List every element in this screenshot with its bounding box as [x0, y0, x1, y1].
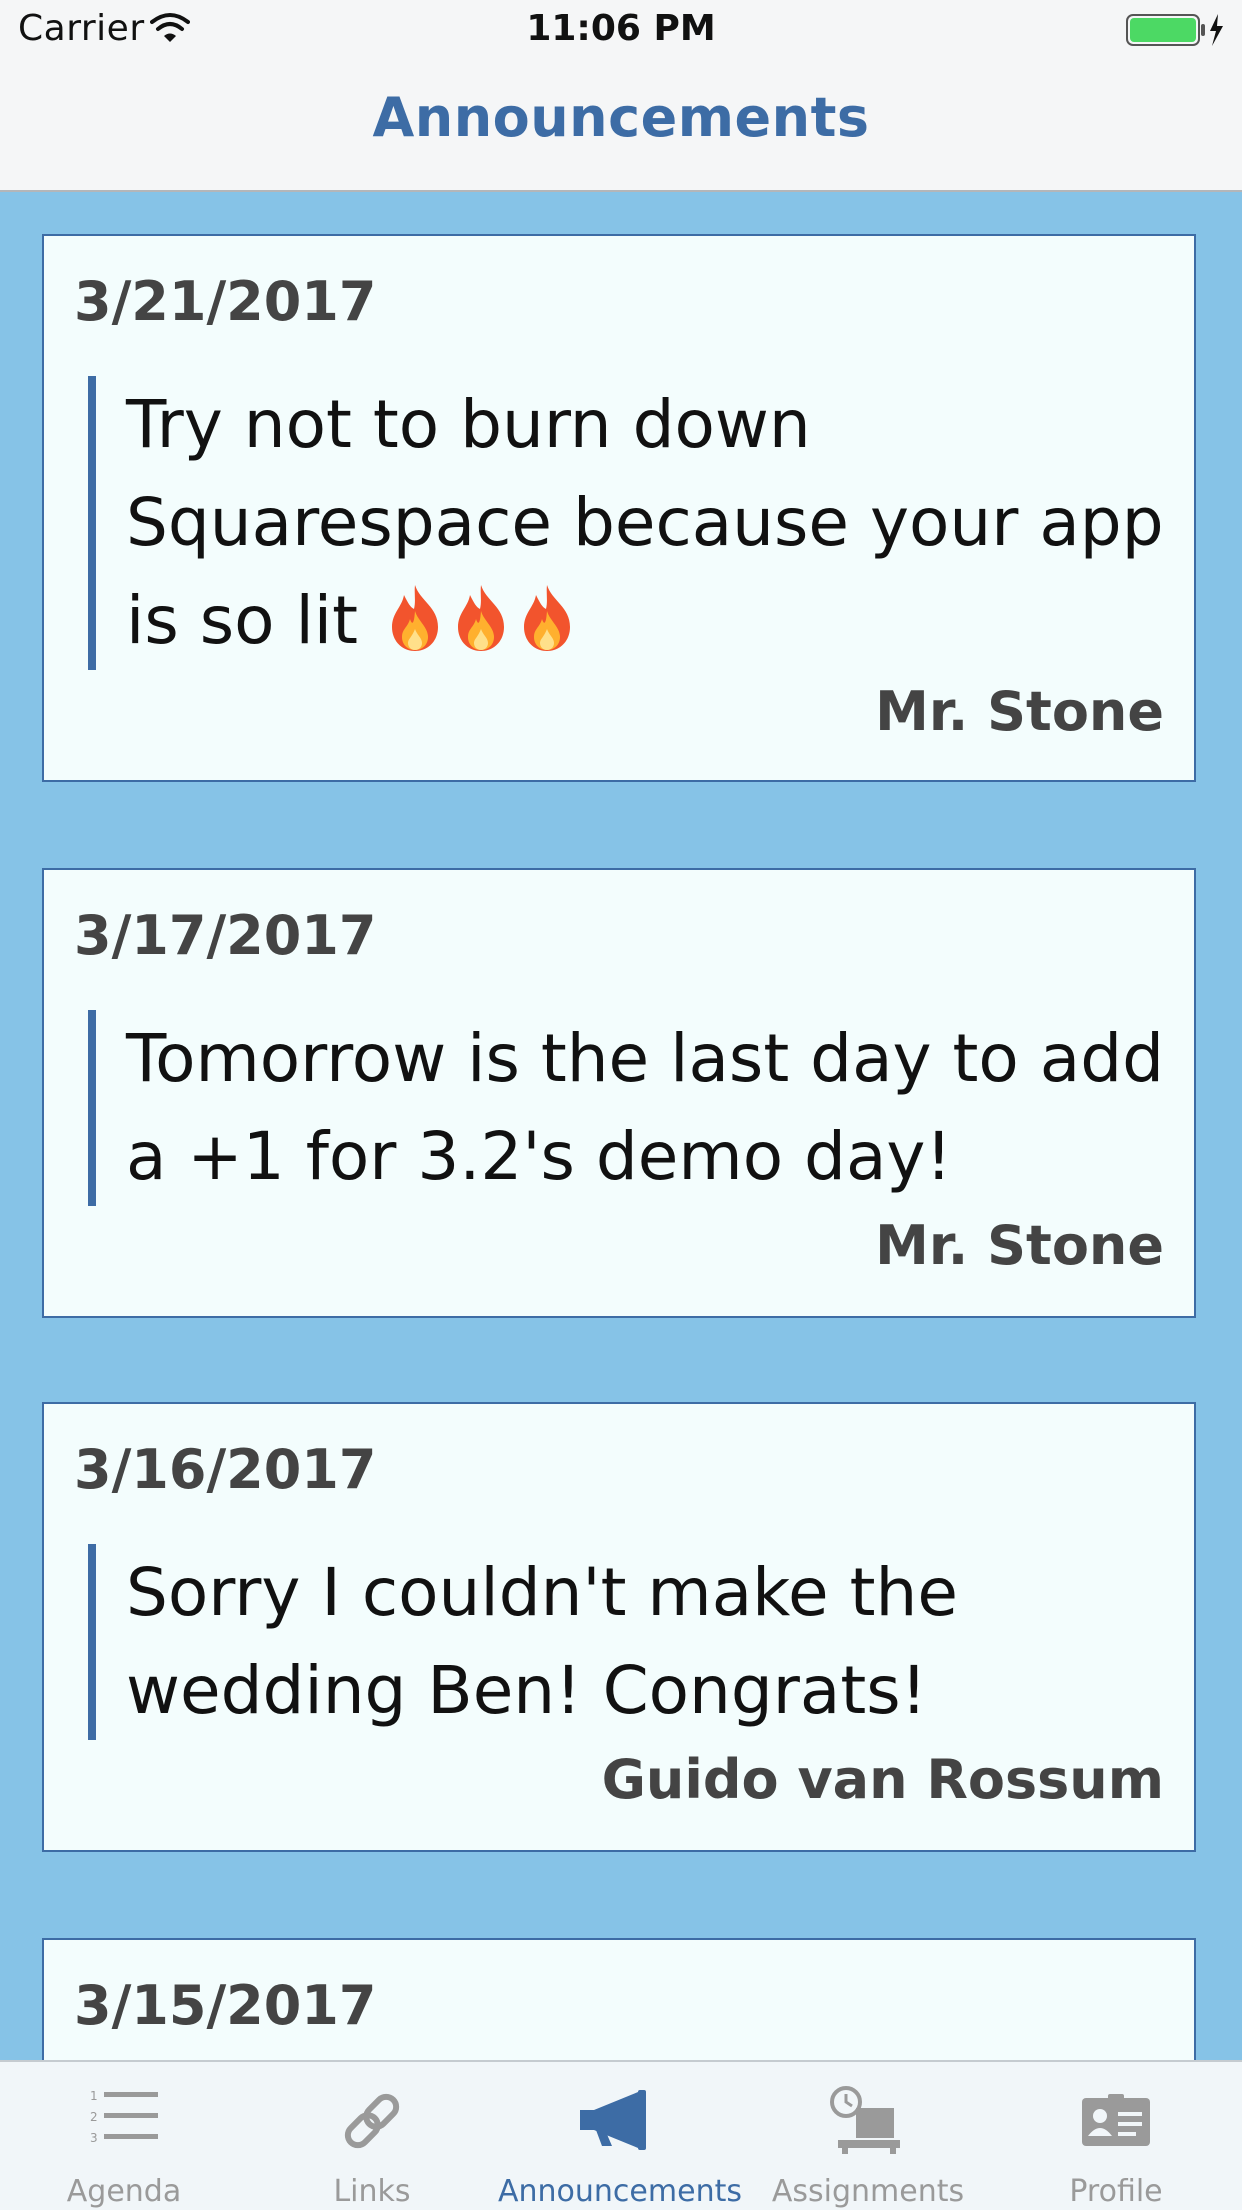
svg-text:2: 2 [90, 2110, 98, 2124]
tab-label: Assignments [771, 2174, 965, 2209]
id-card-icon [1066, 2086, 1166, 2156]
announcement-author: Mr. Stone [875, 680, 1164, 743]
message-line-with-emoji: is so lit [126, 572, 1148, 670]
tab-links[interactable]: Links [248, 2062, 496, 2210]
announcement-date: 3/17/2017 [74, 904, 377, 967]
tab-agenda[interactable]: 1 2 3 Agenda [0, 2062, 248, 2210]
tab-label: Links [333, 2174, 411, 2209]
announcement-card: 3/15/2017 [42, 1938, 1196, 2060]
message-line-text: is so lit [126, 582, 358, 659]
announcement-message: Sorry I couldn't make the wedding Ben! C… [88, 1544, 1148, 1740]
tab-announcements[interactable]: Announcements [496, 2062, 744, 2210]
message-line: Squarespace because your app [126, 484, 1164, 561]
announcement-author: Mr. Stone [875, 1214, 1164, 1277]
announcement-message: Try not to burn down Squarespace because… [88, 376, 1164, 670]
tab-profile[interactable]: Profile [992, 2062, 1240, 2210]
message-line: Try not to burn down [126, 386, 811, 463]
fire-icon [448, 582, 514, 659]
announcements-feed[interactable]: 3/21/2017 Try not to burn down Squarespa… [0, 192, 1242, 2060]
announcement-card: 3/17/2017 Tomorrow is the last day to ad… [42, 868, 1196, 1318]
announcement-date: 3/21/2017 [74, 270, 377, 333]
tab-bar: 1 2 3 Agenda Links Announcements Assignm… [0, 2060, 1242, 2210]
clock-desk-icon [818, 2086, 918, 2156]
svg-text:3: 3 [90, 2131, 98, 2145]
navigation-bar: Carrier 11:06 PM Announcements [0, 0, 1242, 192]
megaphone-icon [570, 2086, 670, 2156]
announcement-date: 3/16/2017 [74, 1438, 377, 1501]
numbered-list-icon: 1 2 3 [74, 2086, 174, 2156]
link-icon [322, 2086, 422, 2156]
tab-assignments[interactable]: Assignments [744, 2062, 992, 2210]
announcement-card: 3/16/2017 Sorry I couldn't make the wedd… [42, 1402, 1196, 1852]
announcement-date: 3/15/2017 [74, 1974, 377, 2037]
svg-text:1: 1 [90, 2089, 98, 2103]
fire-icon [514, 582, 580, 659]
status-time: 11:06 PM [526, 8, 716, 49]
tab-label: Profile [1069, 2174, 1163, 2209]
fire-icon [382, 582, 448, 659]
announcement-message: Tomorrow is the last day to add a +1 for… [88, 1010, 1165, 1206]
message-line: wedding Ben! Congrats! [126, 1652, 928, 1729]
message-line: a +1 for 3.2's demo day! [126, 1118, 952, 1195]
tab-label: Agenda [66, 2174, 182, 2209]
message-line: Tomorrow is the last day to add [126, 1020, 1165, 1097]
battery-icon [1126, 12, 1226, 57]
page-title: Announcements [372, 86, 870, 149]
tab-label: Announcements [498, 2174, 742, 2209]
status-bar: Carrier 11:06 PM [0, 0, 1242, 60]
announcement-card: 3/21/2017 Try not to burn down Squarespa… [42, 234, 1196, 782]
message-line: Sorry I couldn't make the [126, 1554, 958, 1631]
announcement-author: Guido van Rossum [601, 1748, 1164, 1811]
